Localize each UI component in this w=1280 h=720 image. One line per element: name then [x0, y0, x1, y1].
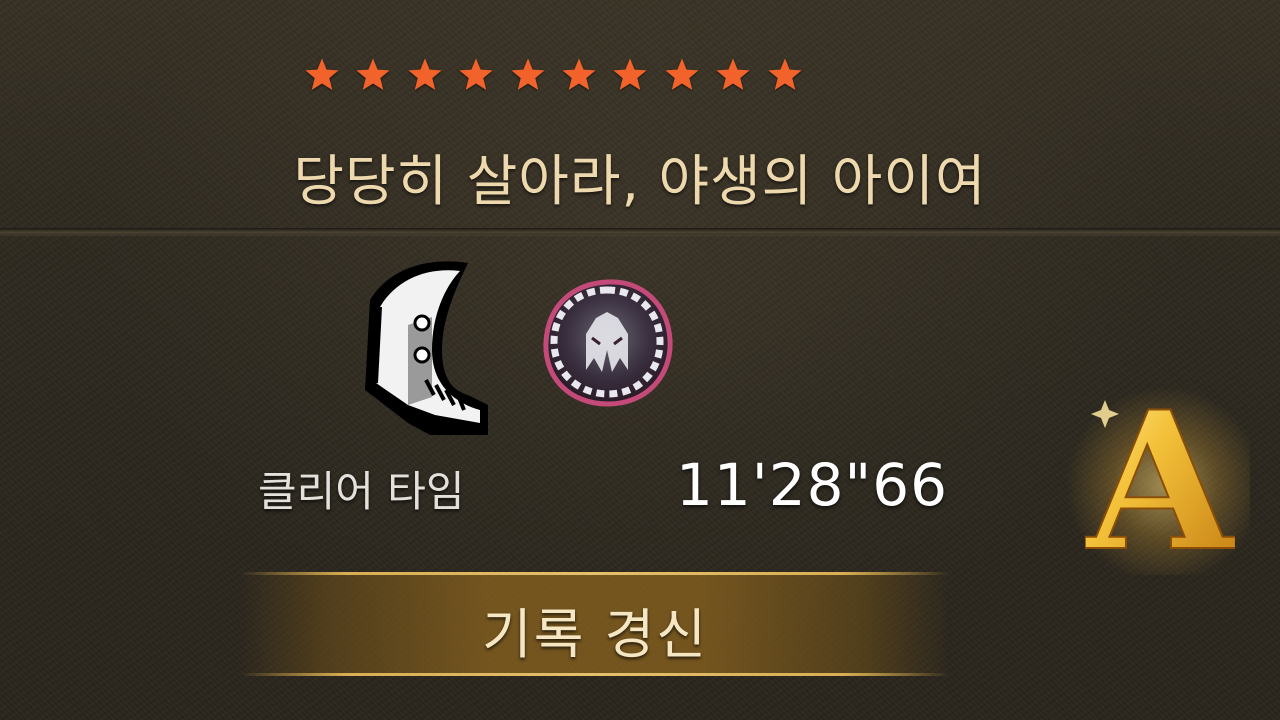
rating-stars [303, 56, 804, 94]
star-icon [459, 58, 493, 91]
rank-a-icon: A [1085, 380, 1235, 560]
record-banner: 기록 경신 [240, 572, 950, 676]
record-label: 기록 경신 [482, 603, 708, 666]
star-icon [665, 58, 699, 91]
monster-icon [543, 279, 673, 407]
star-icon [510, 58, 545, 91]
clear-time-label: 클리어 타임 [258, 467, 465, 516]
star-icon [305, 58, 339, 91]
divider [0, 228, 1280, 235]
star-icon [408, 58, 442, 91]
quest-result-screen: 당당히 살아라, 야생의 아이여 클리어 타임 11'28"66 A 기록 경신 [0, 0, 1280, 720]
clear-time-value: 11'28"66 [676, 451, 949, 519]
star-icon [613, 58, 647, 91]
star-icon [356, 58, 391, 91]
quest-title: 당당히 살아라, 야생의 아이여 [293, 149, 987, 213]
star-icon [716, 58, 750, 91]
weapon-icon [365, 261, 488, 435]
star-icon [767, 58, 802, 91]
star-icon [562, 58, 596, 91]
